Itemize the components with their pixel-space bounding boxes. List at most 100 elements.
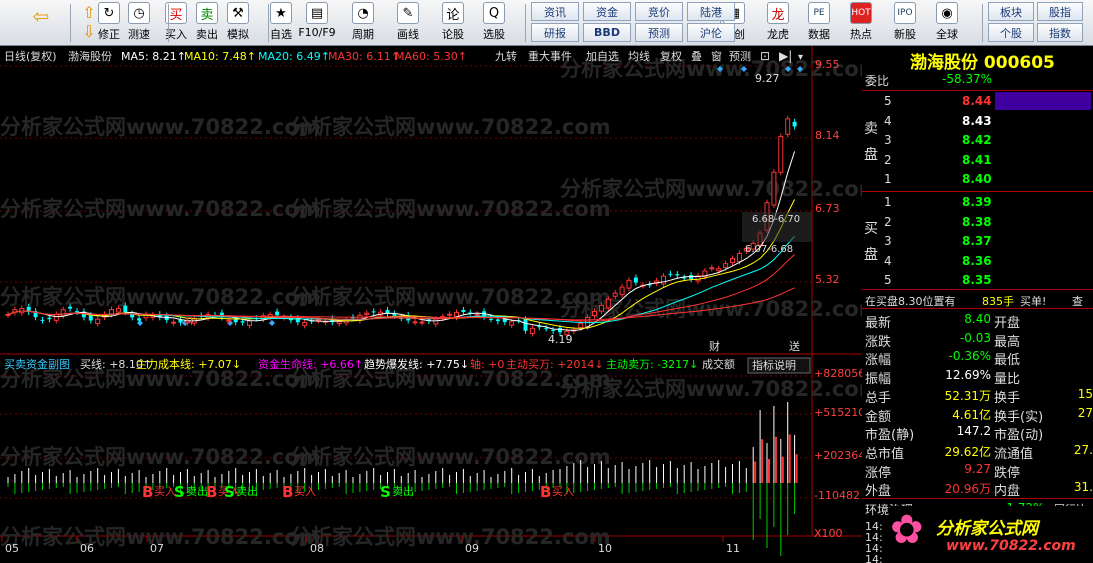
toolbar-separator <box>168 4 169 42</box>
quote-row: 外盘 20.96万 内盘 31. <box>862 479 1093 500</box>
queue-vol: 835手 <box>982 295 1014 308</box>
level-price[interactable]: 8.44 <box>962 94 992 108</box>
down-arrow-icon[interactable]: ⇩ <box>78 22 100 41</box>
candle-body <box>523 319 528 331</box>
toolbar-button-2[interactable]: 竞价 <box>635 2 683 21</box>
candle-body <box>75 311 79 313</box>
new-share-icon: IPO <box>894 2 916 24</box>
candle-body <box>419 321 425 324</box>
level-price[interactable]: 8.37 <box>962 234 992 248</box>
toolbar-label: 测速 <box>128 28 150 41</box>
chart-area[interactable]: 分析家公式网www.70822.com 分析家公式网www.70822.com 分析… <box>0 46 881 563</box>
candle-body <box>302 322 308 326</box>
indicator-fund-life: 资金生命线: +6.66↑ <box>258 357 363 371</box>
watermark-text: 分析家公式网www.70822.com <box>290 445 611 469</box>
chart-tab-5[interactable]: 叠 <box>691 50 702 63</box>
up-arrow-icon[interactable]: ⇧ <box>78 3 100 22</box>
quote-value-2: 27. <box>1073 442 1093 457</box>
chart-tab-1[interactable]: 重大事件 <box>528 49 572 63</box>
new-share-button[interactable]: IPO 新股 <box>890 2 920 44</box>
toolbar-button-6[interactable]: 预测 <box>635 23 683 42</box>
chart-tab-4[interactable]: 复权 <box>660 49 682 63</box>
toolbar-button-10[interactable]: 个股 <box>988 23 1034 42</box>
toolbar-button-0[interactable]: 资讯 <box>531 2 579 21</box>
watchlist-button[interactable]: ★ 自选 <box>266 2 296 44</box>
buy-button[interactable]: 买买入 <box>161 2 191 44</box>
toolbar-button-1[interactable]: 资金 <box>583 2 631 21</box>
simulate-button[interactable]: ⚒ 模拟 <box>223 2 253 44</box>
lock-icon[interactable]: ⊡ <box>760 49 770 63</box>
level-price[interactable]: 8.39 <box>962 195 992 209</box>
draw-line-button[interactable]: ✎ 画线 <box>393 2 423 44</box>
band-label-2: 6.07-6.68 <box>745 244 793 255</box>
ma60-label: MA60: 5.30↑ <box>395 50 467 63</box>
price-tick: 6.73 <box>815 202 840 215</box>
signal-text: 卖出 <box>392 484 414 498</box>
toolbar-button-9[interactable]: 股指 <box>1037 2 1083 21</box>
indicator-help-label: 指标说明 <box>752 358 796 372</box>
toolbar-button-5[interactable]: BBD <box>583 23 631 42</box>
candle-body <box>60 309 66 317</box>
toolbar-button-8[interactable]: 板块 <box>988 2 1034 21</box>
toolbar-button-4[interactable]: 研报 <box>531 23 579 42</box>
dragon-tiger-button[interactable]: 龙龙虎 <box>763 2 793 44</box>
x-tick: 11 <box>726 542 740 555</box>
candle-body <box>592 310 597 317</box>
stock-picker-button[interactable]: Q 选股 <box>479 2 509 44</box>
level-price[interactable]: 8.40 <box>962 172 992 186</box>
signal-letter: B <box>142 483 153 501</box>
candle-body <box>723 263 729 268</box>
watermark-text: 分析家公式网www.70822.com <box>0 285 321 309</box>
quote-label-2: 量比 <box>994 372 1021 388</box>
candle-body <box>578 323 584 329</box>
chart-tab-2[interactable]: 加自选 <box>586 50 619 63</box>
candle-body <box>88 315 93 321</box>
level-price[interactable]: 8.43 <box>962 114 992 128</box>
back-arrow-button[interactable]: ⇦ <box>26 2 56 44</box>
chart-tab-3[interactable]: 均线 <box>628 49 650 63</box>
toolbar-button-3[interactable]: 陆港 <box>687 2 735 21</box>
toolbar-label: 自选 <box>270 28 292 41</box>
quote-value: 12.69% <box>945 368 991 383</box>
marker-song[interactable]: 送 <box>789 339 800 353</box>
toolbar-button-7[interactable]: 沪伦 <box>687 23 735 42</box>
level-price[interactable]: 8.41 <box>962 153 992 167</box>
data-button[interactable]: PE 数据 <box>804 2 834 44</box>
tick-time: 14: <box>865 553 883 563</box>
quote-value: 9.27 <box>964 461 991 476</box>
global-icon: ◉ <box>936 2 958 24</box>
chart-tab-7[interactable]: 预测 <box>729 50 751 63</box>
indicator-main-cost: 主力成本线: +7.07↓ <box>136 357 241 371</box>
up-down-arrows[interactable]: ⇧ ⇩ <box>78 3 100 43</box>
weibi-value: -58.37% <box>942 72 993 86</box>
skip-end-icon[interactable]: ▶| <box>779 49 792 63</box>
dropdown-icon[interactable]: ▾ <box>798 52 803 63</box>
watermark-logo: ✿ 分析家公式网 www.70822.com <box>890 506 1093 562</box>
chart-svg[interactable]: 分析家公式网www.70822.com分析家公式网www.70822.com分析… <box>0 46 881 563</box>
chart-tab-6[interactable]: 窗 <box>711 49 722 63</box>
hot-spot-button[interactable]: HOT 热点 <box>846 2 876 44</box>
dragon-tiger-icon: 龙 <box>767 2 789 24</box>
level-index: 5 <box>884 94 892 108</box>
level-price[interactable]: 8.35 <box>962 273 992 287</box>
toolbar-button-11[interactable]: 指数 <box>1037 23 1083 42</box>
queue-more[interactable]: 查 <box>1072 293 1083 309</box>
f10-button[interactable]: ▤ F10/F9 <box>298 2 336 44</box>
toolbar-label: F10/F9 <box>298 26 336 39</box>
level-price[interactable]: 8.36 <box>962 254 992 268</box>
toolbar-separator <box>525 4 526 42</box>
global-button[interactable]: ◉ 全球 <box>932 2 962 44</box>
chart-tab-0[interactable]: 九转 <box>495 49 517 63</box>
quote-label: 涨停 <box>865 465 892 481</box>
stock-review-button[interactable]: 论论股 <box>438 2 468 44</box>
level-price[interactable]: 8.42 <box>962 133 992 147</box>
period-button[interactable]: ◔ 周期 <box>348 2 378 44</box>
quote-label: 外盘 <box>865 484 892 500</box>
marker-cai[interactable]: 财 <box>709 339 720 353</box>
candle-body <box>633 277 638 283</box>
speed-test-button[interactable]: ◷ 测速 <box>124 2 154 44</box>
indicator-tick: +515210 <box>814 406 862 419</box>
sell-button[interactable]: 卖卖出 <box>192 2 222 44</box>
level-price[interactable]: 8.38 <box>962 215 992 229</box>
toolbar-separator <box>70 4 71 42</box>
